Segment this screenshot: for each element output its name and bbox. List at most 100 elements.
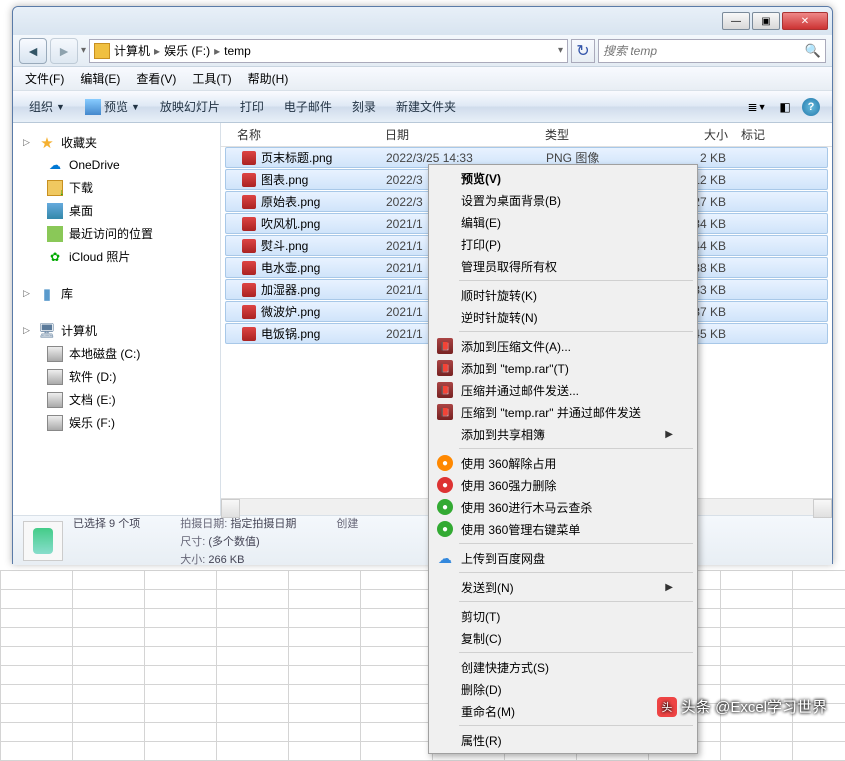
cloud-icon: ☁ <box>47 157 63 173</box>
sidebar-icloud[interactable]: ✿iCloud 照片 <box>17 245 220 268</box>
ctx-rotate-ccw[interactable]: 逆时针旋转(N) <box>431 306 695 328</box>
search-box[interactable]: 🔍 <box>598 39 826 63</box>
ctx-properties[interactable]: 属性(R) <box>431 729 695 751</box>
ctx-edit[interactable]: 编辑(E) <box>431 211 695 233</box>
refresh-icon: ↻ <box>576 41 589 61</box>
sidebar-disk-f[interactable]: 娱乐 (F:) <box>17 411 220 434</box>
file-date: 2022/3/25 14:33 <box>380 151 540 165</box>
ctx-delete[interactable]: 删除(D) <box>431 678 695 700</box>
preview-button[interactable]: 预览▼ <box>75 98 150 115</box>
libraries-root[interactable]: ▷▮库 <box>17 282 220 305</box>
file-name: 页末标题.png <box>261 149 332 166</box>
ctx-add-rar[interactable]: 📕添加到 "temp.rar"(T) <box>431 357 695 379</box>
ctx-rotate-cw[interactable]: 顺时针旋转(K) <box>431 284 695 306</box>
organize-button[interactable]: 组织▼ <box>19 98 75 115</box>
search-icon[interactable]: 🔍 <box>805 43 821 59</box>
close-button[interactable]: ✕ <box>782 12 828 30</box>
ctx-preview[interactable]: 预览(V) <box>431 167 695 189</box>
col-size[interactable]: 大小 <box>653 126 735 143</box>
sidebar-downloads[interactable]: 下载 <box>17 176 220 199</box>
png-icon <box>242 283 256 297</box>
address-dropdown-icon[interactable]: ▾ <box>558 45 563 56</box>
disk-icon <box>47 369 63 385</box>
library-icon: ▮ <box>39 286 55 302</box>
ctx-360-unlock[interactable]: ●使用 360解除占用 <box>431 452 695 474</box>
spreadsheet-background <box>0 570 845 761</box>
breadcrumb-drive[interactable]: 娱乐 (F:) <box>164 42 210 59</box>
explorer-window: — ▣ ✕ ◄ ► ▾ 计算机 ▸ 娱乐 (F:) ▸ temp ▾ ↻ 🔍 文… <box>12 6 833 564</box>
slideshow-button[interactable]: 放映幻灯片 <box>150 98 230 115</box>
ctx-zip-mail2[interactable]: 📕压缩到 "temp.rar" 并通过邮件发送 <box>431 401 695 423</box>
menu-edit[interactable]: 编辑(E) <box>72 70 128 87</box>
ctx-zip-mail[interactable]: 📕压缩并通过邮件发送... <box>431 379 695 401</box>
col-type[interactable]: 类型 <box>539 126 653 143</box>
ctx-360-scan[interactable]: ●使用 360进行木马云查杀 <box>431 496 695 518</box>
menu-view[interactable]: 查看(V) <box>128 70 184 87</box>
ctx-360-delete[interactable]: ●使用 360强力删除 <box>431 474 695 496</box>
menu-file[interactable]: 文件(F) <box>17 70 72 87</box>
ctx-360-menu[interactable]: ●使用 360管理右键菜单 <box>431 518 695 540</box>
col-name[interactable]: 名称 <box>231 126 379 143</box>
computer-root[interactable]: ▷🖥计算机 <box>17 319 220 342</box>
sidebar-desktop[interactable]: 桌面 <box>17 199 220 222</box>
forward-button[interactable]: ► <box>50 38 78 64</box>
minimize-button[interactable]: — <box>722 12 750 30</box>
email-button[interactable]: 电子邮件 <box>274 98 342 115</box>
ctx-share-album[interactable]: 添加到共享相簿▶ <box>431 423 695 445</box>
ctx-shortcut[interactable]: 创建快捷方式(S) <box>431 656 695 678</box>
refresh-button[interactable]: ↻ <box>571 39 595 63</box>
ctx-rename[interactable]: 重命名(M) <box>431 700 695 722</box>
print-button[interactable]: 打印 <box>230 98 274 115</box>
breadcrumb-folder[interactable]: temp <box>224 44 251 58</box>
png-icon <box>242 239 256 253</box>
help-button[interactable]: ? <box>802 98 820 116</box>
ctx-cut[interactable]: 剪切(T) <box>431 605 695 627</box>
search-input[interactable] <box>603 44 805 58</box>
preview-pane-button[interactable]: ◧ <box>774 97 796 117</box>
breadcrumb-sep: ▸ <box>154 44 160 58</box>
view-mode-button[interactable]: ≣ ▼ <box>746 97 768 117</box>
col-tag[interactable]: 标记 <box>735 126 795 143</box>
ctx-wallpaper[interactable]: 设置为桌面背景(B) <box>431 189 695 211</box>
disk-icon <box>47 415 63 431</box>
sidebar-recent[interactable]: 最近访问的位置 <box>17 222 220 245</box>
baidu-icon: ☁ <box>437 550 453 566</box>
ctx-print[interactable]: 打印(P) <box>431 233 695 255</box>
sidebar-onedrive[interactable]: ☁OneDrive <box>17 154 220 176</box>
menu-help[interactable]: 帮助(H) <box>240 70 297 87</box>
rar-icon: 📕 <box>437 338 453 354</box>
ctx-baidu[interactable]: ☁上传到百度网盘 <box>431 547 695 569</box>
sidebar-disk-d[interactable]: 软件 (D:) <box>17 365 220 388</box>
menu-bar: 文件(F) 编辑(E) 查看(V) 工具(T) 帮助(H) <box>13 67 832 91</box>
back-arrow-icon: ◄ <box>26 43 40 59</box>
desktop-icon <box>47 203 63 219</box>
rar-icon: 📕 <box>437 382 453 398</box>
address-bar[interactable]: 计算机 ▸ 娱乐 (F:) ▸ temp ▾ <box>89 39 568 63</box>
col-date[interactable]: 日期 <box>379 126 539 143</box>
ctx-admin[interactable]: 管理员取得所有权 <box>431 255 695 277</box>
burn-button[interactable]: 刻录 <box>342 98 386 115</box>
history-dropdown-icon[interactable]: ▾ <box>81 45 86 56</box>
watermark: 头 头条 @Excel学习世界 <box>657 696 827 717</box>
ctx-add-archive[interactable]: 📕添加到压缩文件(A)... <box>431 335 695 357</box>
icloud-icon: ✿ <box>47 249 63 265</box>
sidebar-disk-e[interactable]: 文档 (E:) <box>17 388 220 411</box>
folder-icon <box>94 43 110 59</box>
back-button[interactable]: ◄ <box>19 38 47 64</box>
file-name: 熨斗.png <box>261 237 308 254</box>
file-name: 微波炉.png <box>261 303 320 320</box>
sidebar-disk-c[interactable]: 本地磁盘 (C:) <box>17 342 220 365</box>
star-icon: ★ <box>39 135 55 151</box>
360-icon: ● <box>437 521 453 537</box>
titlebar[interactable]: — ▣ ✕ <box>13 7 832 35</box>
favorites-root[interactable]: ▷★收藏夹 <box>17 131 220 154</box>
thumbnail-preview <box>23 521 63 561</box>
newfolder-button[interactable]: 新建文件夹 <box>386 98 466 115</box>
ctx-copy[interactable]: 复制(C) <box>431 627 695 649</box>
file-name: 加湿器.png <box>261 281 320 298</box>
maximize-button[interactable]: ▣ <box>752 12 780 30</box>
breadcrumb-computer[interactable]: 计算机 <box>114 42 150 59</box>
ctx-sendto[interactable]: 发送到(N)▶ <box>431 576 695 598</box>
file-name: 原始表.png <box>261 193 320 210</box>
menu-tools[interactable]: 工具(T) <box>184 70 239 87</box>
